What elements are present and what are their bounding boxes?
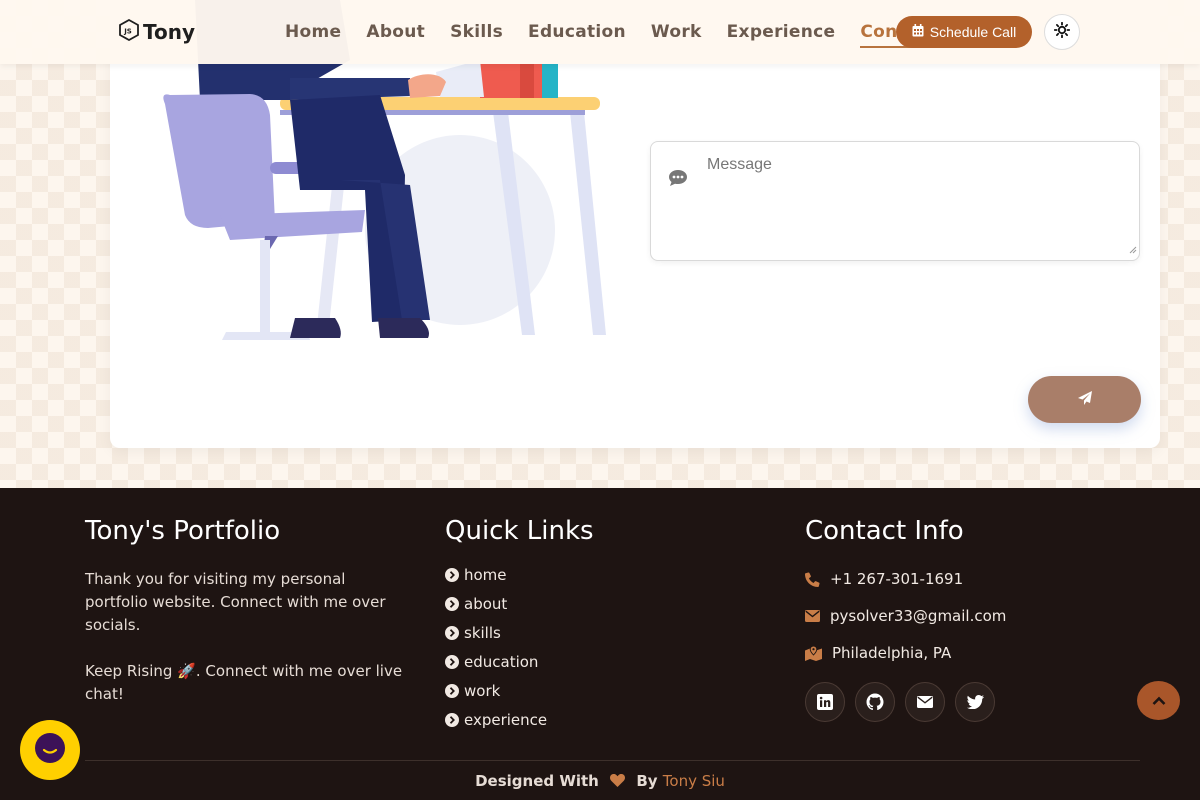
send-button[interactable]: [1028, 376, 1141, 423]
live-chat-button[interactable]: [20, 720, 80, 780]
quicklink-home[interactable]: home: [445, 566, 507, 584]
chevron-circle-right-icon: [445, 655, 459, 669]
chevron-circle-right-icon: [445, 597, 459, 611]
sun-icon: [1053, 21, 1071, 42]
chevron-up-icon: [1152, 691, 1166, 710]
footer-divider: [85, 760, 1140, 761]
envelope-icon: [917, 696, 933, 708]
logo-text: Tony: [143, 20, 196, 44]
chat-icon: [34, 732, 66, 768]
schedule-call-label: Schedule Call: [929, 24, 1017, 40]
comment-dots-icon: [668, 169, 688, 191]
twitter-icon: [966, 695, 984, 709]
nav-about[interactable]: About: [366, 22, 425, 48]
map-marked-icon: [805, 645, 822, 661]
linkedin-button[interactable]: [805, 682, 845, 722]
chevron-circle-right-icon: [445, 684, 459, 698]
message-input[interactable]: [707, 156, 1127, 248]
credits-by: By: [636, 772, 658, 790]
quicklink-label: work: [464, 682, 501, 700]
nav-home[interactable]: Home: [285, 22, 341, 48]
footer-portfolio-title: Tony's Portfolio: [85, 516, 281, 546]
scroll-to-top-button[interactable]: [1137, 681, 1180, 720]
linkedin-icon: [817, 694, 833, 710]
quicklink-label: home: [464, 566, 507, 584]
svg-text:JS: JS: [123, 28, 132, 36]
contact-email-text: pysolver33@gmail.com: [830, 607, 1007, 625]
quicklink-experience[interactable]: experience: [445, 711, 547, 729]
chevron-circle-right-icon: [445, 568, 459, 582]
site-footer: Tony's Portfolio Thank you for visiting …: [0, 488, 1200, 800]
phone-icon: [805, 571, 820, 587]
quicklink-work[interactable]: work: [445, 682, 500, 700]
twitter-button[interactable]: [955, 682, 995, 722]
top-navbar: JS Tony Home About Skills Education Work…: [0, 0, 1200, 64]
quicklink-skills[interactable]: skills: [445, 624, 501, 642]
resize-handle[interactable]: [1129, 239, 1137, 258]
credits-prefix: Designed With: [475, 772, 599, 790]
quicklink-about[interactable]: about: [445, 595, 507, 613]
heart-icon: [610, 773, 626, 791]
node-js-icon: JS: [119, 18, 139, 45]
footer-credits: Designed With By Tony Siu: [0, 772, 1200, 791]
footer-portfolio-text-2: Keep Rising 🚀. Connect with me over live…: [85, 662, 403, 703]
site-logo[interactable]: JS Tony: [119, 18, 196, 45]
envelope-icon: [805, 610, 820, 622]
email-button[interactable]: [905, 682, 945, 722]
credits-author-link[interactable]: Tony Siu: [663, 772, 725, 790]
chevron-circle-right-icon: [445, 713, 459, 727]
nav-education[interactable]: Education: [528, 22, 626, 48]
quicklink-education[interactable]: education: [445, 653, 538, 671]
theme-toggle-button[interactable]: [1044, 14, 1080, 50]
footer-quicklinks-title: Quick Links: [445, 516, 594, 546]
contact-email: pysolver33@gmail.com: [805, 607, 1006, 625]
paper-plane-icon: [1077, 390, 1093, 410]
nav-work[interactable]: Work: [651, 22, 702, 48]
github-icon: [866, 693, 884, 711]
contact-phone-text: +1 267-301-1691: [830, 570, 964, 588]
nav-skills[interactable]: Skills: [450, 22, 503, 48]
main-nav: Home About Skills Education Work Experie…: [285, 22, 962, 48]
quicklink-label: about: [464, 595, 508, 613]
quicklink-label: experience: [464, 711, 548, 729]
footer-portfolio-text: Thank you for visiting my personal portf…: [85, 570, 386, 634]
contact-phone: +1 267-301-1691: [805, 570, 963, 588]
nav-experience[interactable]: Experience: [727, 22, 836, 48]
quicklink-label: education: [464, 653, 539, 671]
contact-location-text: Philadelphia, PA: [832, 644, 952, 662]
schedule-call-button[interactable]: Schedule Call: [896, 16, 1032, 48]
calendar-icon: [912, 24, 924, 40]
github-button[interactable]: [855, 682, 895, 722]
quicklink-label: skills: [464, 624, 501, 642]
contact-location: Philadelphia, PA: [805, 644, 951, 662]
message-field[interactable]: [650, 141, 1140, 261]
chevron-circle-right-icon: [445, 626, 459, 640]
footer-contact-title: Contact Info: [805, 516, 964, 546]
